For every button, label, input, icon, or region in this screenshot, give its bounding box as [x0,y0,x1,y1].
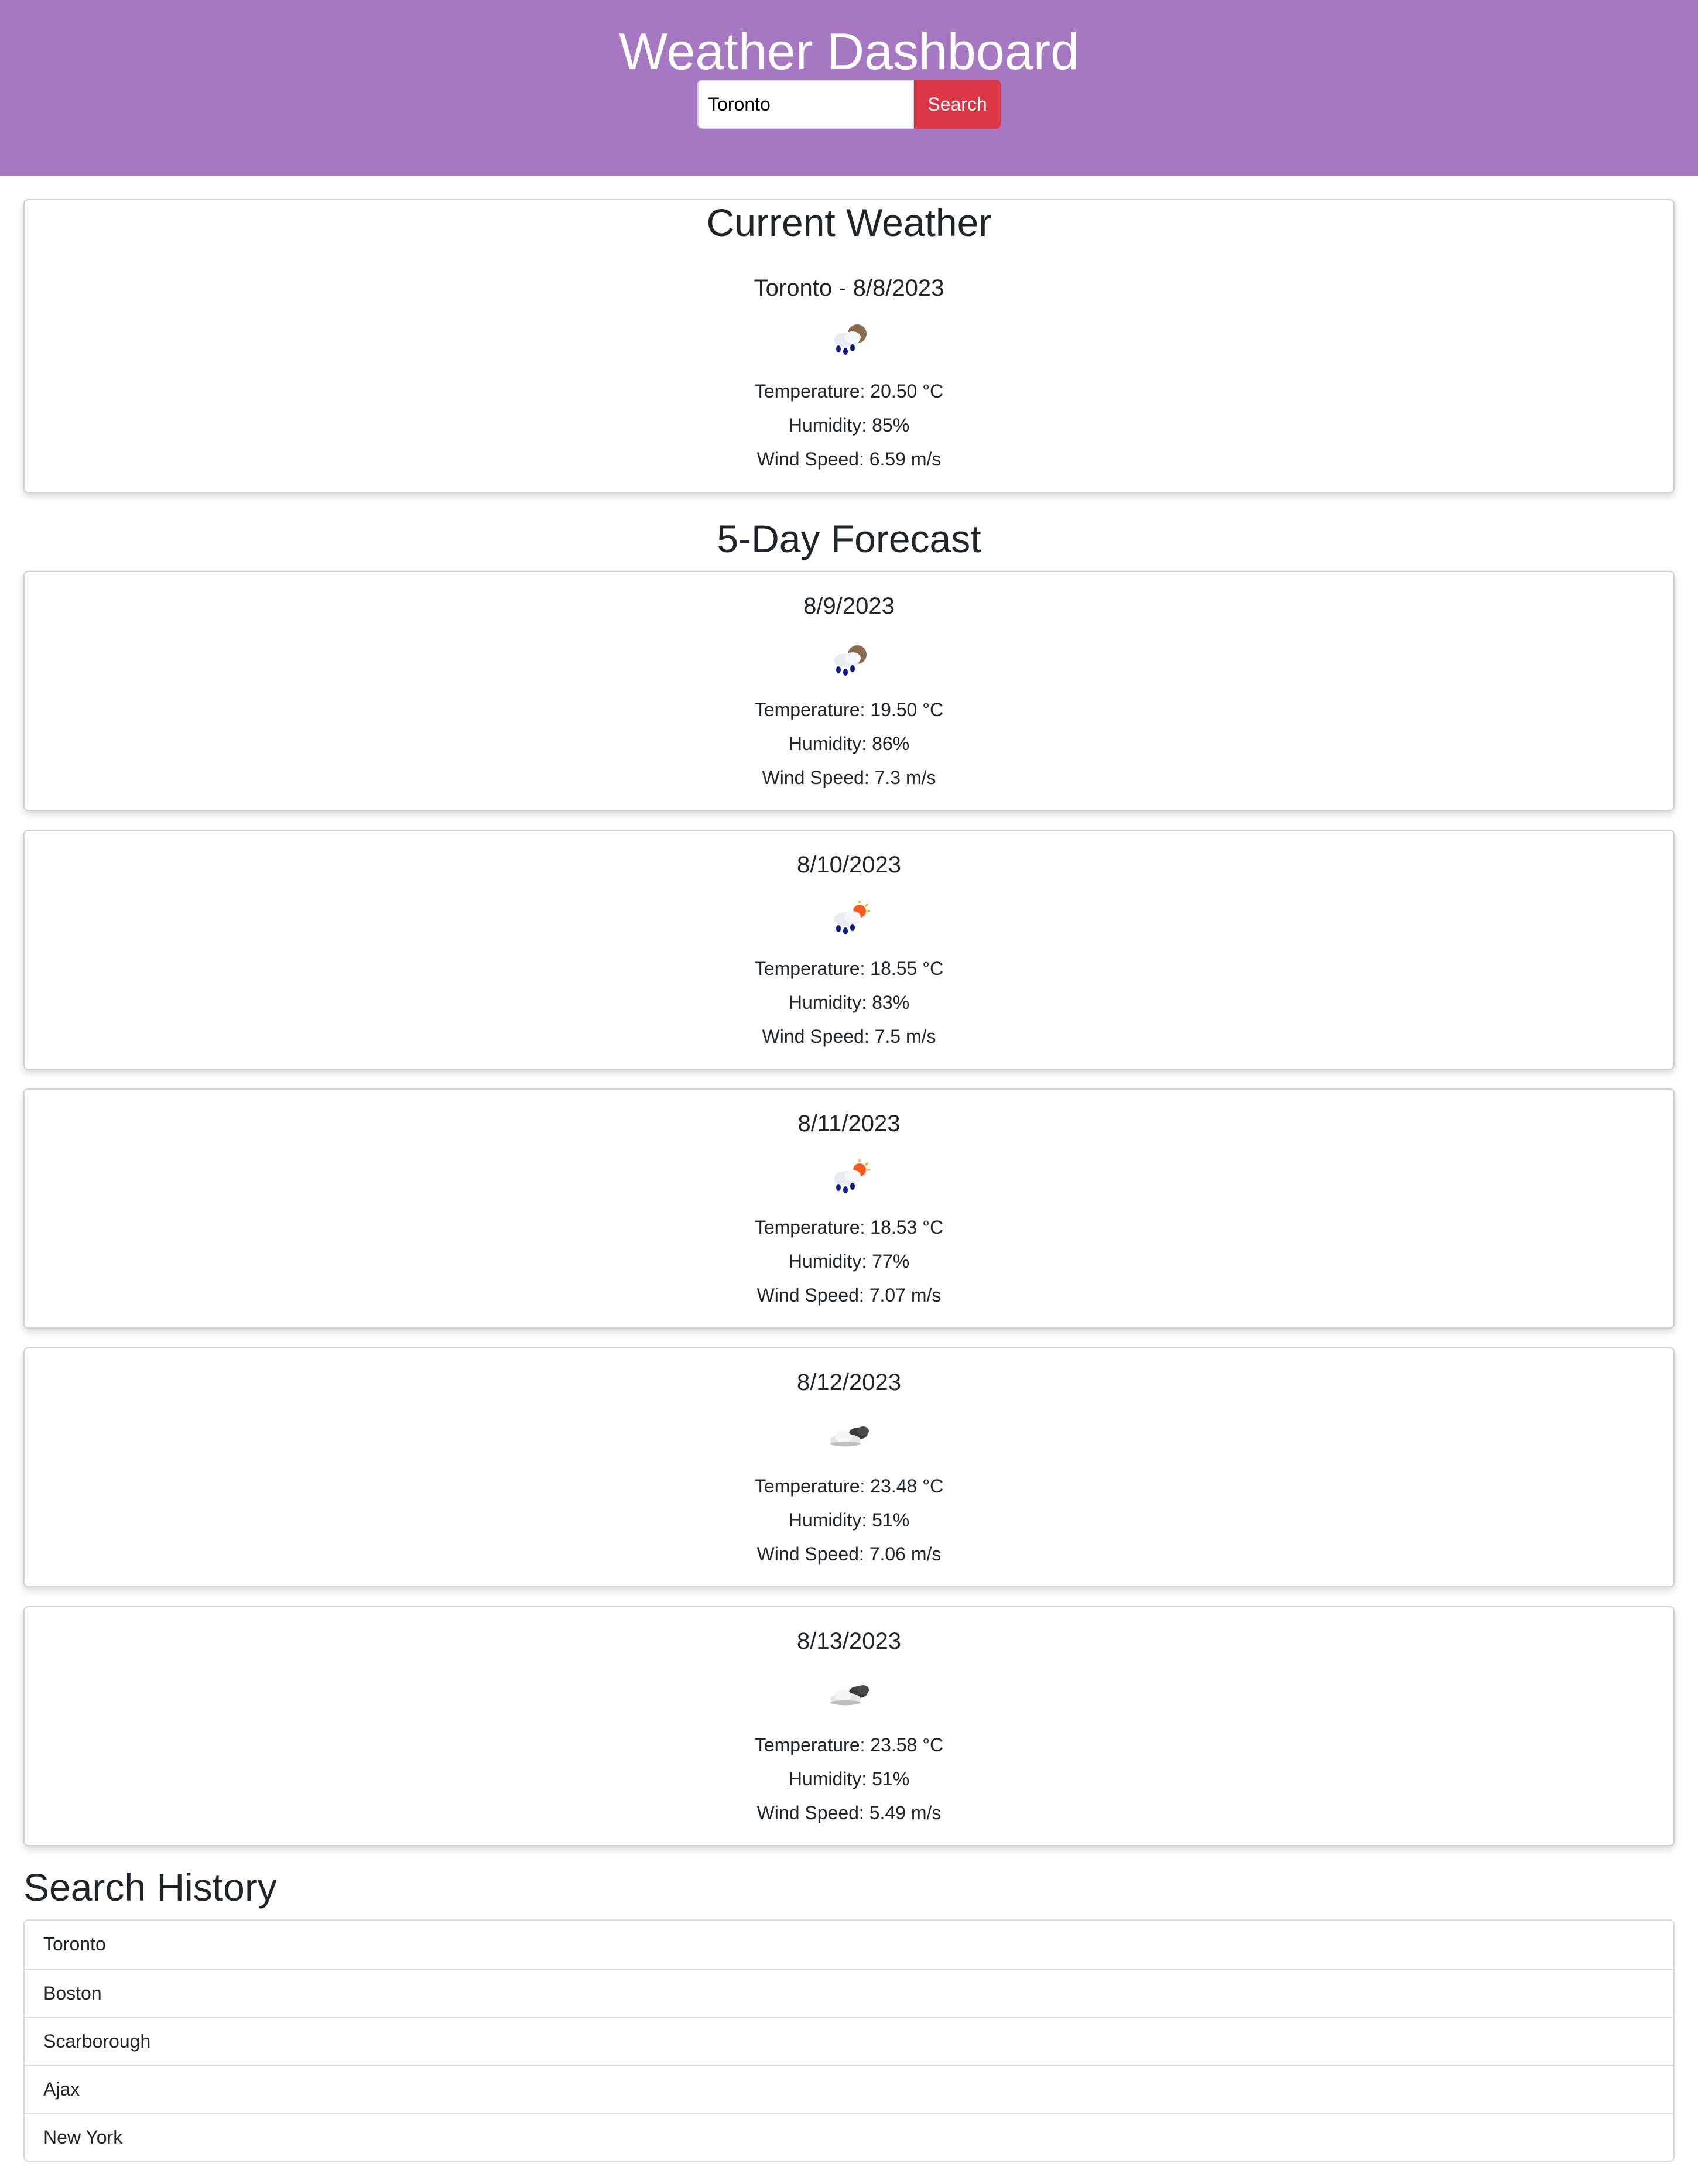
forecast-humidity: Humidity: 86% [788,733,910,754]
forecast-humidity: Humidity: 51% [788,1768,910,1789]
forecast-heading: 5-Day Forecast [717,517,981,560]
forecast-wind-speed: Wind Speed: 5.49 m/s [756,1802,942,1823]
forecast-card: 8/13/2023 Temperature: 23.58 °C Humidity… [23,1606,1675,1846]
forecast-date: 8/12/2023 [797,1370,901,1395]
forecast-card: 8/12/2023 Temperature: 23.48 °C Humidity… [23,1347,1675,1587]
broken-clouds-icon [827,1416,874,1457]
forecast-date: 8/10/2023 [797,852,901,878]
rain-cloud-icon [827,319,874,360]
history-item-boston[interactable]: Boston [25,1969,1673,2017]
history-item-new-york[interactable]: New York [25,2113,1673,2161]
forecast-temperature: Temperature: 18.53 °C [754,1217,944,1238]
current-temperature: Temperature: 20.50 °C [754,381,944,402]
search-history-heading: Search History [23,1865,277,1909]
search-history-list: Toronto Boston Scarborough Ajax New York [23,1919,1675,2162]
current-weather-card: Current Weather Toronto - 8/8/2023 Tempe… [23,199,1675,493]
forecast-card: 8/10/2023 Temperature: 18.55 °C Humidity… [23,830,1675,1070]
rain-sun-icon [827,1157,874,1198]
broken-clouds-icon [827,1675,874,1716]
forecast-wind-speed: Wind Speed: 7.07 m/s [756,1285,942,1306]
current-humidity: Humidity: 85% [788,415,910,436]
forecast-date: 8/13/2023 [797,1628,901,1654]
forecast-card: 8/9/2023 Temperature: 19.50 °C Humidity:… [23,571,1675,811]
forecast-humidity: Humidity: 77% [788,1251,910,1272]
city-search-input[interactable] [697,80,914,129]
history-item-toronto[interactable]: Toronto [25,1921,1673,1969]
current-wind-speed: Wind Speed: 6.59 m/s [756,449,942,470]
forecast-date: 8/11/2023 [797,1111,901,1136]
forecast-card: 8/11/2023 Temperature: 18.53 °C Humidity… [23,1088,1675,1329]
current-weather-heading: Current Weather [706,201,992,244]
forecast-temperature: Temperature: 19.50 °C [754,699,944,720]
forecast-wind-speed: Wind Speed: 7.06 m/s [756,1543,942,1565]
forecast-humidity: Humidity: 51% [788,1509,910,1531]
forecast-wind-speed: Wind Speed: 7.3 m/s [762,767,936,788]
history-item-ajax[interactable]: Ajax [25,2065,1673,2113]
forecast-temperature: Temperature: 18.55 °C [754,958,944,979]
forecast-humidity: Humidity: 83% [788,992,910,1013]
rain-cloud-icon [827,639,874,680]
header-bar: Weather Dashboard Search [0,0,1698,176]
search-button[interactable]: Search [914,80,1001,129]
current-weather-city-date: Toronto - 8/8/2023 [754,275,944,301]
rain-sun-icon [827,898,874,939]
forecast-date: 8/9/2023 [803,593,895,619]
forecast-wind-speed: Wind Speed: 7.5 m/s [762,1026,936,1047]
forecast-temperature: Temperature: 23.58 °C [754,1734,944,1755]
history-item-scarborough[interactable]: Scarborough [25,2017,1673,2065]
forecast-temperature: Temperature: 23.48 °C [754,1476,944,1497]
page-title: Weather Dashboard [619,22,1079,80]
